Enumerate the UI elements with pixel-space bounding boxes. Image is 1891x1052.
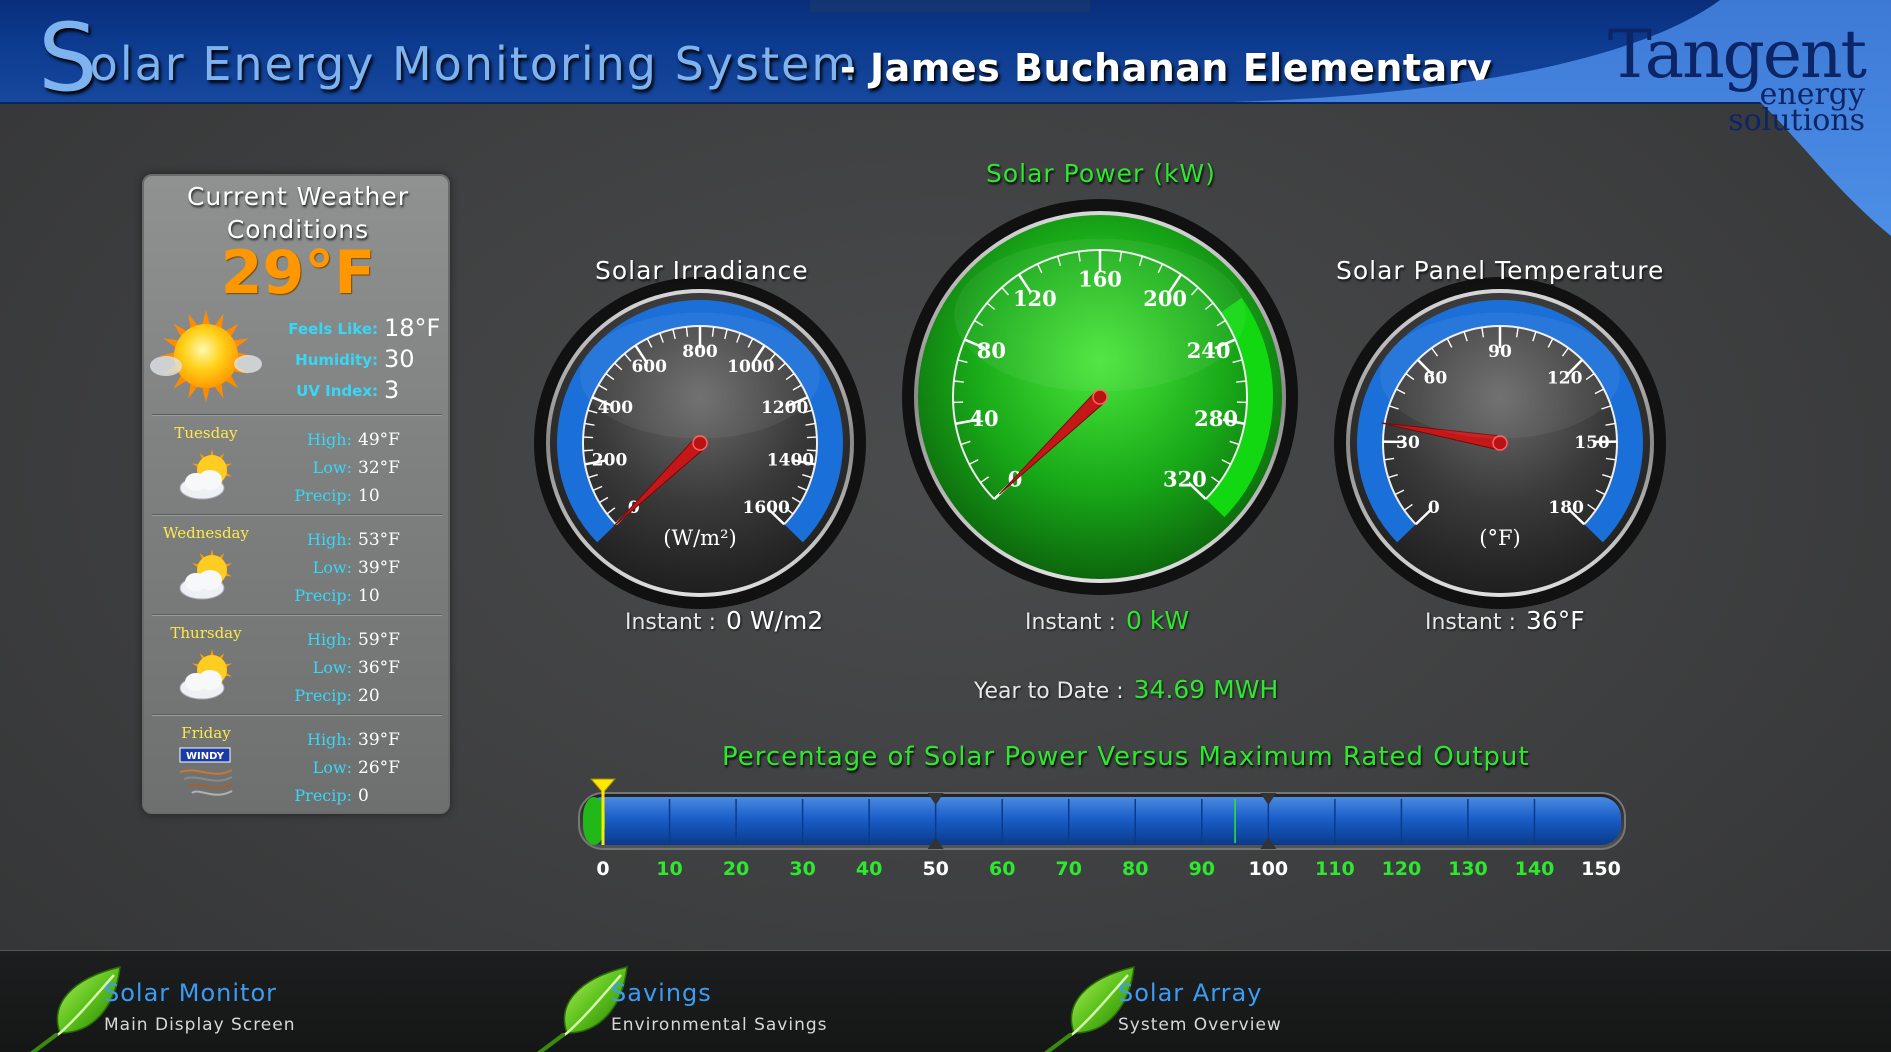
temperature-instant-label: Instant : [1425,610,1516,635]
dashboard: Solar Energy Monitoring System - James B… [0,0,1891,1052]
gauge-glass [580,312,820,439]
bar-tick-label: 150 [1581,858,1621,880]
year-to-date: Year to Date : 34.69 MWH [974,675,1278,704]
bar-pointer [589,778,617,794]
bar-tick-label: 130 [1448,858,1488,880]
irradiance-instant: Instant : 0 W/m2 [625,606,823,635]
bar-tick-label: 30 [789,858,815,880]
power-instant-value: 0 kW [1125,606,1190,635]
percentage-bar: 0 10 20 30 40 50 60 70 80 90 100 110 120 130 140 150 [578,778,1626,880]
nav-subtitle: Environmental Savings [611,1015,828,1035]
gauges-area: 02004006008001000120014001600(W/m²) 0408… [534,199,1666,880]
gauge-glass [954,238,1246,392]
temperature-gauge: 0306090120150180(°F) [1334,277,1666,609]
irradiance-gauge: 02004006008001000120014001600(W/m²) [534,277,866,609]
gauge-tick-label: 200 [592,451,628,471]
bar-tick-label: 110 [1315,858,1355,880]
temperature-instant: Instant : 36°F [1425,606,1585,635]
irradiance-title: Solar Irradiance [595,256,809,285]
bar-tick-label: 80 [1122,858,1148,880]
ytd-value: 34.69 MWH [1133,675,1279,704]
percentage-title: Percentage of Solar Power Versus Maximum… [722,742,1530,772]
bar-tick-label: 20 [723,858,749,880]
nav-solar-monitor[interactable]: Solar Monitor Main Display Screen [0,951,420,1052]
gauge-tick-label: 320 [1163,466,1207,491]
power-instant-label: Instant : [1025,610,1116,635]
power-gauge: 04080120160200240280320 [902,199,1298,595]
gauge-tick-label: 0 [1428,498,1440,518]
temperature-title: Solar Panel Temperature [1336,256,1665,285]
nav-title: Solar Array [1118,979,1263,1007]
gauge-tick-label: 1600 [743,498,790,518]
gauge-tick-label: 280 [1194,406,1238,431]
bar-tick-label: 90 [1189,858,1215,880]
gauge-unit-label: (W/m²) [663,526,736,550]
bar-tick-label: 0 [596,858,609,880]
minor-tick [583,436,594,439]
bar-tick-label: 40 [856,858,882,880]
gauge-tick-label: 30 [1396,433,1420,453]
nav-title: Solar Monitor [104,979,278,1007]
gauge-glass [1380,312,1620,439]
minor-tick [806,436,817,439]
irradiance-instant-label: Instant : [625,610,716,635]
nav-savings[interactable]: Savings Environmental Savings [507,951,927,1052]
bar-tick-label: 100 [1248,858,1288,880]
gauge-tick-label: 150 [1574,433,1610,453]
bar-tick-label: 60 [989,858,1015,880]
nav-subtitle: Main Display Screen [104,1015,296,1035]
bar-track [583,797,1621,845]
gauge-tick-label: 1400 [767,451,814,471]
bar-tick-label: 140 [1515,858,1555,880]
gauge-unit-label: (°F) [1479,526,1520,550]
footer-nav: Solar Monitor Main Display Screen Saving… [0,950,1891,1052]
nav-title: Savings [611,979,712,1007]
power-title: Solar Power (kW) [986,159,1216,188]
bar-tick-label: 70 [1056,858,1082,880]
gauge-tick-label: 40 [969,406,998,431]
gauge-tick-label: 180 [1548,498,1584,518]
gauge-needle-hub [1092,389,1108,405]
bar-tick-label: 50 [922,858,948,880]
bar-tick-label: 120 [1382,858,1422,880]
power-instant: Instant : 0 kW [1025,606,1189,635]
bar-tick-label: 10 [656,858,682,880]
nav-solar-array[interactable]: Solar Array System Overview [1014,951,1434,1052]
nav-subtitle: System Overview [1118,1015,1282,1035]
ytd-label: Year to Date : [974,679,1124,704]
irradiance-instant-value: 0 W/m2 [725,606,824,635]
temperature-instant-value: 36°F [1525,606,1585,635]
